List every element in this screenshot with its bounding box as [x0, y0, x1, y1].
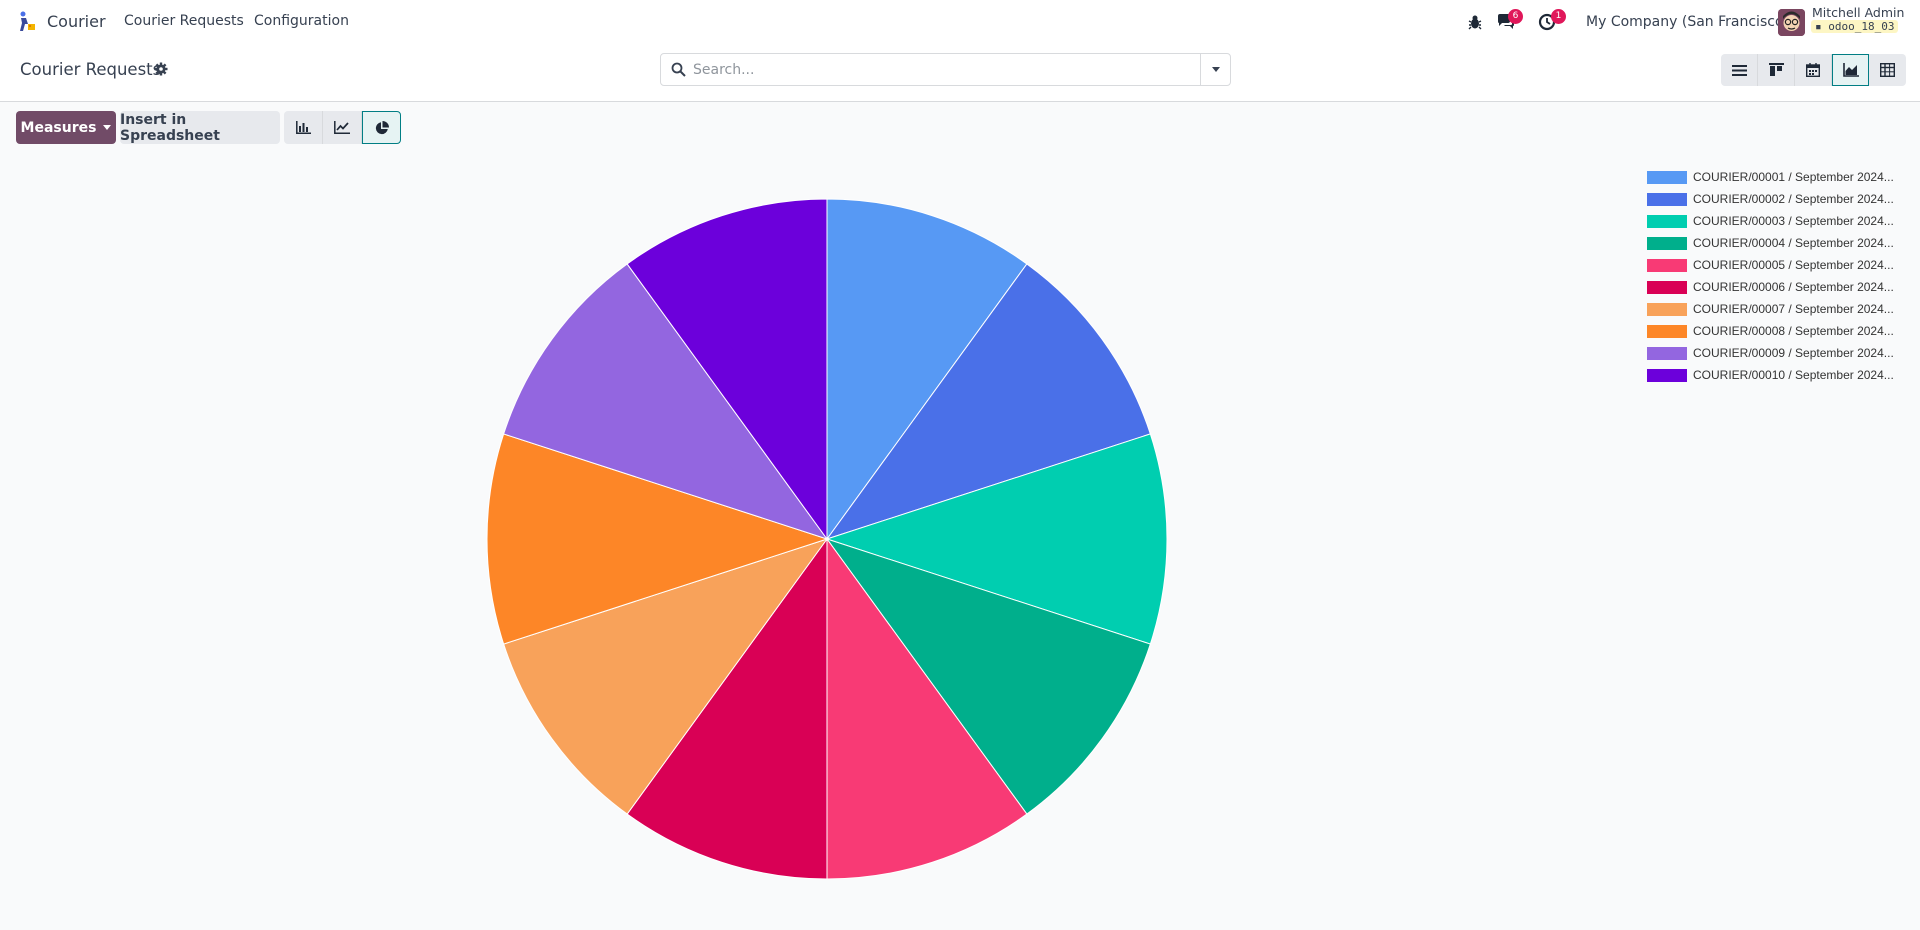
insert-in-spreadsheet-button[interactable]: Insert in Spreadsheet — [120, 111, 280, 144]
pivot-view-icon — [1880, 63, 1895, 77]
chart-legend: COURIER/00001 / September 2024... COURIER… — [1647, 166, 1894, 386]
menu-configuration[interactable]: Configuration — [254, 13, 349, 29]
line-chart-button[interactable] — [323, 111, 362, 144]
courier-app-icon[interactable] — [17, 11, 37, 33]
legend-item[interactable]: COURIER/00007 / September 2024... — [1647, 298, 1894, 320]
search-bar — [660, 53, 1231, 86]
legend-item[interactable]: COURIER/00002 / September 2024... — [1647, 188, 1894, 210]
legend-label: COURIER/00004 / September 2024... — [1693, 236, 1894, 250]
measures-label: Measures — [20, 119, 97, 136]
legend-swatch — [1647, 170, 1687, 184]
legend-label: COURIER/00002 / September 2024... — [1693, 192, 1894, 206]
list-view-button[interactable] — [1721, 54, 1758, 86]
caret-down-icon — [103, 125, 112, 130]
calendar-view-button[interactable] — [1795, 54, 1832, 86]
legend-swatch — [1647, 280, 1687, 294]
gear-icon[interactable] — [154, 62, 168, 76]
legend-swatch — [1647, 346, 1687, 360]
bar-chart-button[interactable] — [284, 111, 323, 144]
pie-chart-button[interactable] — [362, 111, 401, 144]
legend-label: COURIER/00009 / September 2024... — [1693, 346, 1894, 360]
app-name[interactable]: Courier — [47, 12, 106, 31]
kanban-view-button[interactable] — [1758, 54, 1795, 86]
legend-label: COURIER/00003 / September 2024... — [1693, 214, 1894, 228]
legend-item[interactable]: COURIER/00009 / September 2024... — [1647, 342, 1894, 364]
legend-label: COURIER/00010 / September 2024... — [1693, 368, 1894, 382]
menu-courier-requests[interactable]: Courier Requests — [124, 13, 244, 29]
top-navbar: Courier Courier Requests Configuration 6… — [0, 0, 1920, 44]
line-chart-icon — [334, 121, 350, 134]
database-name-text: odoo_18_03 — [1828, 20, 1895, 33]
legend-swatch — [1647, 214, 1687, 228]
user-avatar[interactable] — [1778, 9, 1805, 36]
legend-item[interactable]: COURIER/00001 / September 2024... — [1647, 166, 1894, 188]
legend-swatch — [1647, 302, 1687, 316]
database-name: ▪ odoo_18_03 — [1811, 20, 1899, 33]
legend-item[interactable]: COURIER/00005 / September 2024... — [1647, 254, 1894, 276]
page-title[interactable]: Courier Requests — [20, 60, 161, 79]
search-icon — [671, 62, 686, 77]
list-view-icon — [1731, 64, 1747, 76]
search-options-toggle[interactable] — [1200, 54, 1230, 85]
database-icon: ▪ — [1815, 20, 1822, 33]
legend-swatch — [1647, 258, 1687, 272]
legend-item[interactable]: COURIER/00003 / September 2024... — [1647, 210, 1894, 232]
control-panel: Courier Requests — [0, 44, 1920, 102]
legend-label: COURIER/00005 / September 2024... — [1693, 258, 1894, 272]
company-switcher[interactable]: My Company (San Francisco) — [1586, 14, 1789, 30]
legend-item[interactable]: COURIER/00006 / September 2024... — [1647, 276, 1894, 298]
pivot-view-button[interactable] — [1869, 54, 1906, 86]
legend-label: COURIER/00006 / September 2024... — [1693, 280, 1894, 294]
legend-item[interactable]: COURIER/00004 / September 2024... — [1647, 232, 1894, 254]
pie-chart-icon — [375, 120, 389, 134]
legend-label: COURIER/00007 / September 2024... — [1693, 302, 1894, 316]
bar-chart-icon — [295, 121, 311, 134]
search-input[interactable] — [693, 60, 1183, 80]
activity-badge: 1 — [1551, 9, 1566, 24]
view-switcher — [1721, 54, 1906, 86]
graph-view-icon — [1842, 63, 1859, 77]
kanban-view-icon — [1768, 63, 1784, 76]
chat-badge: 6 — [1508, 9, 1523, 24]
legend-item[interactable]: COURIER/00008 / September 2024... — [1647, 320, 1894, 342]
legend-item[interactable]: COURIER/00010 / September 2024... — [1647, 364, 1894, 386]
legend-label: COURIER/00001 / September 2024... — [1693, 170, 1894, 184]
graph-view-button[interactable] — [1832, 54, 1869, 86]
avatar-face-icon — [1778, 9, 1805, 36]
bug-icon[interactable] — [1466, 13, 1484, 31]
graph-chart-area — [0, 150, 1920, 930]
legend-swatch — [1647, 192, 1687, 206]
pie-chart[interactable] — [0, 150, 1920, 930]
legend-label: COURIER/00008 / September 2024... — [1693, 324, 1894, 338]
legend-swatch — [1647, 368, 1687, 382]
measures-dropdown-button[interactable]: Measures — [16, 111, 116, 144]
calendar-view-icon — [1806, 63, 1820, 77]
chart-type-switcher — [284, 111, 401, 144]
legend-swatch — [1647, 236, 1687, 250]
user-name[interactable]: Mitchell Admin — [1812, 5, 1904, 20]
caret-down-icon — [1211, 67, 1220, 72]
legend-swatch — [1647, 324, 1687, 338]
